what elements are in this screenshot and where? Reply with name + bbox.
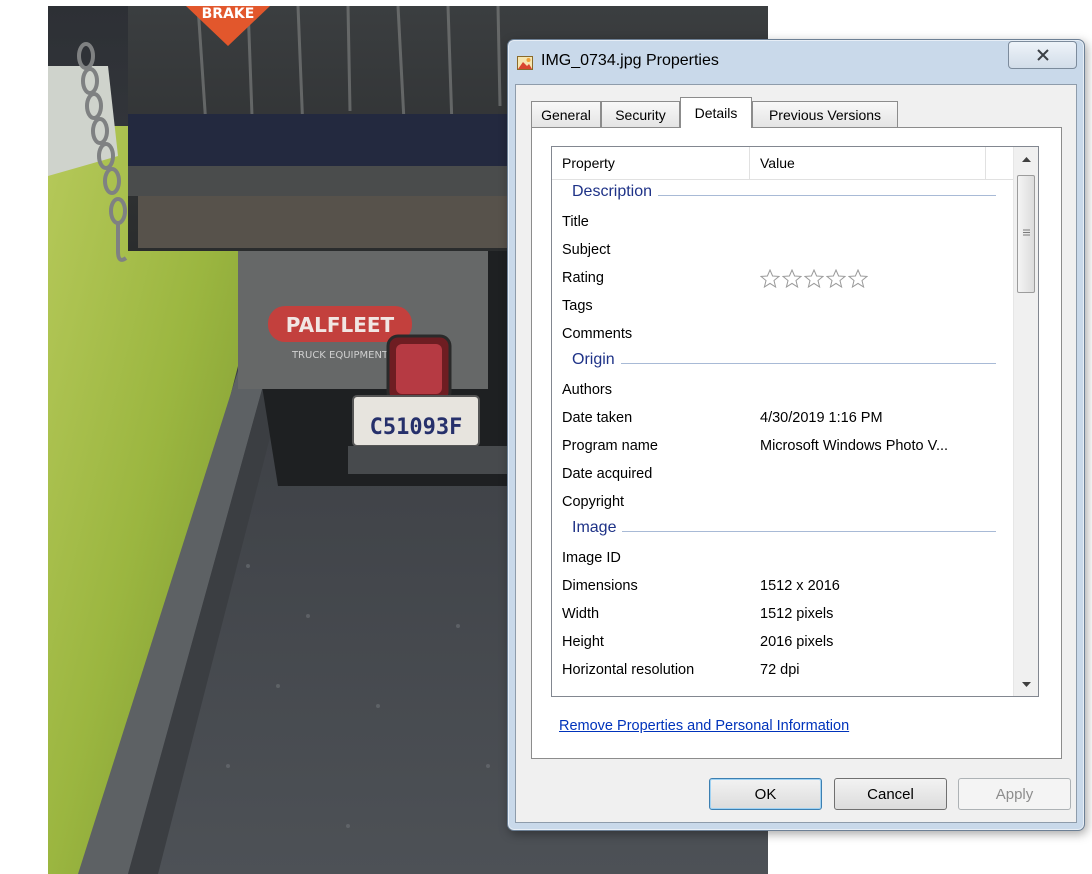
row-width[interactable]: Width 1512 pixels: [552, 600, 1014, 628]
row-date-taken[interactable]: Date taken 4/30/2019 1:16 PM: [552, 404, 1014, 432]
row-comments[interactable]: Comments: [552, 320, 1014, 348]
rating-stars[interactable]: [760, 269, 868, 288]
row-image-id[interactable]: Image ID: [552, 544, 1014, 572]
remove-properties-link[interactable]: Remove Properties and Personal Informati…: [559, 718, 849, 734]
property-name: Tags: [562, 298, 593, 314]
row-subject[interactable]: Subject: [552, 236, 1014, 264]
rating-star-icon[interactable]: [848, 269, 868, 288]
details-tab-panel: Property Value Description Title Subject…: [531, 127, 1062, 759]
tab-security[interactable]: Security: [601, 101, 680, 127]
close-button[interactable]: [1008, 41, 1077, 69]
image-file-icon: [517, 56, 533, 70]
property-name: Dimensions: [562, 578, 638, 594]
row-authors[interactable]: Authors: [552, 376, 1014, 404]
row-program-name[interactable]: Program name Microsoft Windows Photo V..…: [552, 432, 1014, 460]
scroll-up-arrow-icon: [1021, 156, 1031, 162]
row-height[interactable]: Height 2016 pixels: [552, 628, 1014, 656]
scroll-grip-icon: [1023, 229, 1030, 236]
row-horizontal-resolution[interactable]: Horizontal resolution 72 dpi: [552, 656, 1014, 684]
vertical-scrollbar[interactable]: [1013, 147, 1038, 696]
rating-star-icon[interactable]: [804, 269, 824, 288]
rating-star-icon[interactable]: [782, 269, 802, 288]
property-name: Title: [562, 214, 589, 230]
screen: BRAKE PALFLEET TRUCK EQUIPMENT C51093F I…: [0, 0, 1092, 874]
group-image: Image: [552, 516, 1014, 544]
tab-previous-versions[interactable]: Previous Versions: [752, 101, 898, 127]
title-bar[interactable]: IMG_0734.jpg Properties: [508, 40, 1084, 84]
column-header-property[interactable]: Property: [552, 147, 750, 179]
group-description: Description: [552, 180, 1014, 208]
property-name: Subject: [562, 242, 611, 258]
license-plate-text: C51093F: [370, 415, 463, 440]
dialog-client-area: General Security Details Previous Versio…: [515, 84, 1077, 823]
close-icon: [1036, 49, 1049, 61]
property-value[interactable]: 2016 pixels: [760, 634, 833, 650]
property-value[interactable]: 1512 pixels: [760, 606, 833, 622]
rating-star-icon[interactable]: [760, 269, 780, 288]
cancel-button[interactable]: Cancel: [834, 778, 947, 810]
group-label: Description: [572, 183, 659, 201]
property-value[interactable]: 1512 x 2016: [760, 578, 840, 594]
tab-general[interactable]: General: [531, 101, 601, 127]
property-name: Copyright: [562, 494, 625, 510]
property-list[interactable]: Property Value Description Title Subject…: [551, 146, 1039, 697]
scroll-up-button[interactable]: [1014, 147, 1038, 171]
mudflap-logo-text: PALFLEET: [286, 313, 395, 337]
property-name: Authors: [562, 382, 612, 398]
row-date-acquired[interactable]: Date acquired: [552, 460, 1014, 488]
property-name: Horizontal resolution: [562, 662, 695, 678]
row-dimensions[interactable]: Dimensions 1512 x 2016: [552, 572, 1014, 600]
property-rows: Description Title Subject Rating Tags Co…: [552, 180, 1014, 684]
apply-button[interactable]: Apply: [958, 778, 1071, 810]
scroll-down-button[interactable]: [1014, 672, 1038, 696]
properties-dialog: IMG_0734.jpg Properties General Security…: [507, 39, 1085, 831]
property-name: Date taken: [562, 410, 633, 426]
group-separator-line: [572, 363, 996, 364]
row-title[interactable]: Title: [552, 208, 1014, 236]
property-value[interactable]: 72 dpi: [760, 662, 800, 678]
row-tags[interactable]: Tags: [552, 292, 1014, 320]
property-name: Comments: [562, 326, 633, 342]
property-name: Image ID: [562, 550, 621, 566]
group-separator-line: [572, 531, 996, 532]
property-name: Height: [562, 634, 604, 650]
group-label: Image: [572, 519, 623, 537]
group-origin: Origin: [552, 348, 1014, 376]
property-name: Program name: [562, 438, 658, 454]
brake-sign-text: BRAKE: [202, 6, 255, 22]
ok-button[interactable]: OK: [709, 778, 822, 810]
row-copyright[interactable]: Copyright: [552, 488, 1014, 516]
property-name: Rating: [562, 270, 604, 286]
mudflap-subtext: TRUCK EQUIPMENT: [291, 350, 389, 361]
property-value[interactable]: Microsoft Windows Photo V...: [760, 438, 948, 454]
rating-star-icon[interactable]: [826, 269, 846, 288]
group-label: Origin: [572, 351, 621, 369]
property-name: Width: [562, 606, 600, 622]
tab-details[interactable]: Details: [680, 97, 752, 128]
property-value[interactable]: 4/30/2019 1:16 PM: [760, 410, 883, 426]
row-rating[interactable]: Rating: [552, 264, 1014, 292]
list-header: Property Value: [552, 147, 1014, 180]
column-header-value[interactable]: Value: [750, 147, 986, 179]
scroll-thumb[interactable]: [1017, 175, 1035, 293]
window-title: IMG_0734.jpg Properties: [541, 52, 719, 69]
property-name: Date acquired: [562, 466, 653, 482]
scroll-down-arrow-icon: [1021, 681, 1031, 687]
